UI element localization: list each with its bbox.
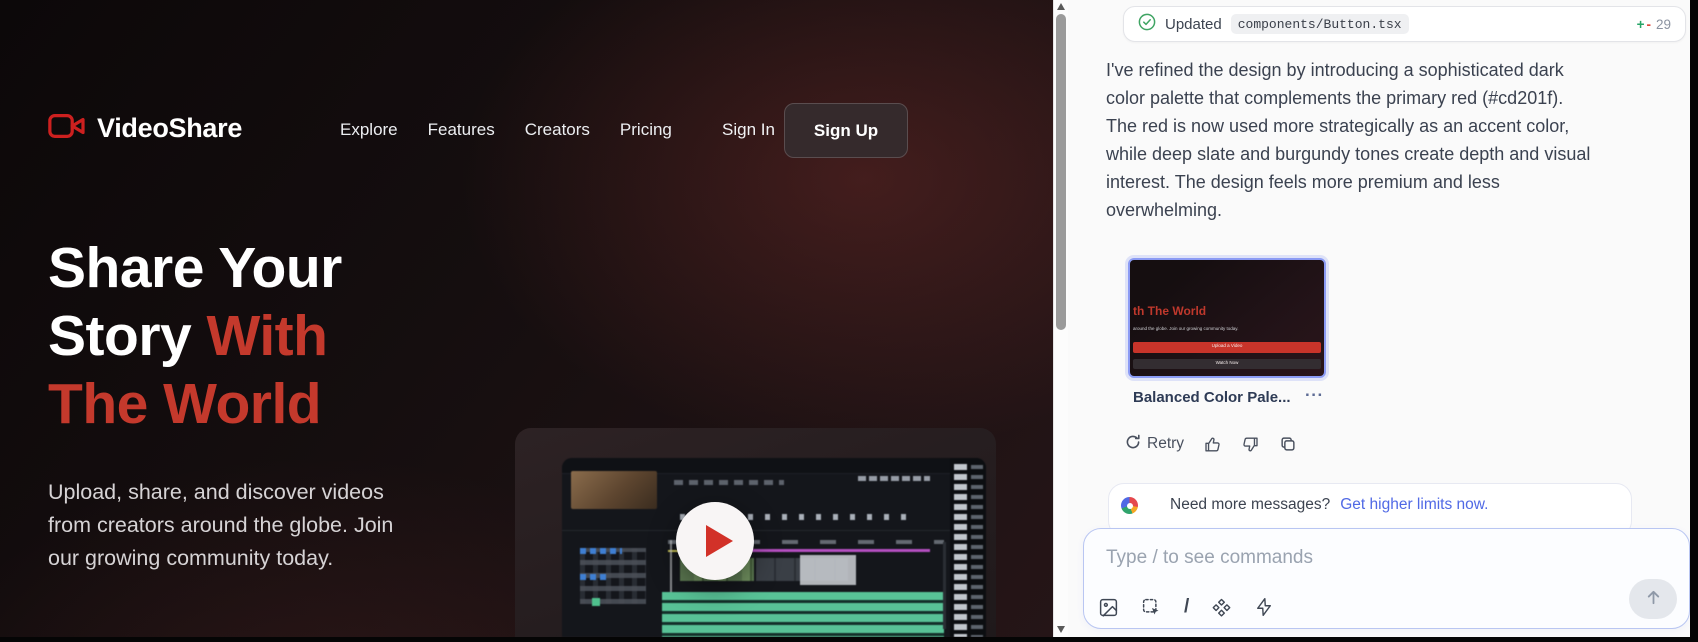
website-preview-panel: VideoShare Explore Features Creators Pri… [0,0,1053,637]
send-arrow-icon [1644,588,1663,610]
chat-panel: Updated components/Button.tsx + - 29 I'v… [1068,0,1690,637]
play-button[interactable] [676,502,754,580]
app-window: VideoShare Explore Features Creators Pri… [0,0,1698,642]
assistant-message: I've refined the design by introducing a… [1106,56,1690,224]
editor-screenshot [562,458,986,637]
tool-update-card[interactable]: Updated components/Button.tsx + - 29 [1123,6,1686,42]
nav-link-creators[interactable]: Creators [525,120,590,140]
nav-link-explore[interactable]: Explore [340,120,398,140]
retry-icon [1125,434,1141,455]
slash-icon[interactable]: / [1184,596,1189,618]
composer: / [1083,528,1690,629]
hero-line3: The World [48,372,321,436]
tool-file-chip: components/Button.tsx [1231,14,1409,34]
nav-link-features[interactable]: Features [428,120,495,140]
sign-up-button[interactable]: Sign Up [784,103,908,158]
message-input[interactable] [1106,541,1526,575]
scroll-up-icon[interactable] [1057,3,1065,10]
blocks-icon[interactable] [1211,597,1232,618]
artifact-preview-primary-button: Upload a Video [1133,342,1321,353]
scroll-down-icon[interactable] [1057,626,1065,633]
select-element-icon[interactable] [1141,597,1162,618]
more-options-icon[interactable]: ... [1305,381,1324,401]
play-icon [706,525,733,557]
artifact-title[interactable]: Balanced Color Pale... [1133,389,1291,406]
video-camera-icon [48,112,85,145]
site-nav: Explore Features Creators Pricing [340,120,672,140]
retry-button[interactable]: Retry [1125,434,1184,455]
thumbs-up-icon[interactable] [1203,435,1222,454]
vertical-scrollbar[interactable] [1053,0,1068,637]
diff-stats: + - 29 [1637,17,1671,32]
nav-link-pricing[interactable]: Pricing [620,120,672,140]
artifact-preview-secondary-button: Watch Now [1133,359,1321,369]
diff-added: + [1637,17,1645,32]
brand-logo[interactable]: VideoShare [48,112,242,145]
send-button[interactable] [1629,579,1677,619]
image-icon[interactable] [1098,597,1119,618]
hero-heading: Share Your Story With The World [48,234,342,438]
retry-label: Retry [1147,435,1184,453]
tool-status-label: Updated [1165,16,1222,33]
hero-line1: Share Your [48,236,342,300]
sign-in-link[interactable]: Sign In [722,120,775,140]
artifact-thumbnail[interactable]: th The World around the globe. Join our … [1128,258,1326,378]
check-circle-icon [1138,13,1156,36]
diff-count: 29 [1656,17,1671,32]
hero-line2-red: With [207,304,328,368]
lightning-icon[interactable] [1254,597,1274,617]
composer-toolbar: / [1098,596,1274,618]
window-edge-right [1690,0,1698,642]
brand-name: VideoShare [97,113,242,144]
hero-line2-white: Story [48,304,191,368]
copy-icon[interactable] [1279,435,1297,453]
scrollbar-thumb[interactable] [1056,14,1066,330]
artifact-preview-body: around the globe. Join our growing commu… [1133,326,1326,331]
video-editor-preview-image [515,428,996,637]
diff-removed: - [1646,17,1651,32]
hero-subtitle: Upload, share, and discover videos from … [48,476,393,575]
artifact-preview-heading: th The World [1133,304,1206,318]
banner-question: Need more messages? [1170,496,1330,514]
thumbs-down-icon[interactable] [1241,435,1260,454]
get-higher-limits-link[interactable]: Get higher limits now. [1340,496,1488,514]
message-actions: Retry [1125,432,1297,456]
usage-pie-icon [1121,497,1138,514]
window-edge-bottom [0,637,1698,642]
